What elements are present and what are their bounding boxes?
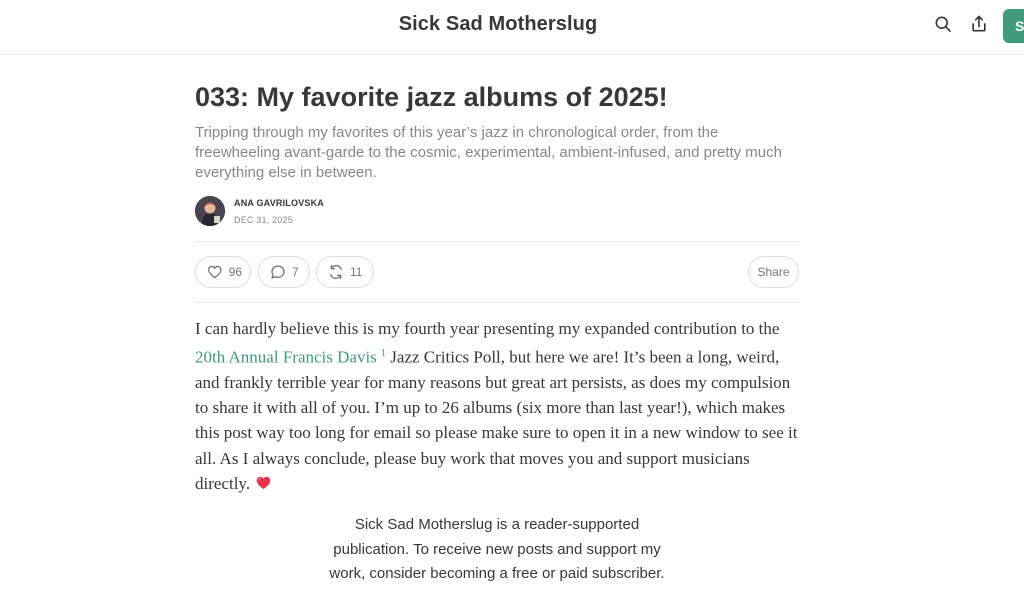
post-subtitle: Tripping through my favorites of this ye… [195,124,782,181]
subscribe-blurb: Sick Sad Motherslug is a reader-supporte… [329,516,665,582]
comment-button[interactable]: 7 [258,256,310,288]
search-icon[interactable] [933,14,955,36]
heart-icon [207,265,222,279]
share-button[interactable]: Share [748,256,799,288]
comment-icon [271,265,285,279]
share-upload-icon[interactable] [969,14,991,36]
site-title[interactable]: Sick Sad Motherslug [0,13,996,36]
post-title: 033: My favorite jazz albums of 2025! [195,82,668,112]
heart-emoji-icon [256,472,271,489]
divider [195,241,799,242]
author-name[interactable]: ANA GAVRILOVSKA [234,198,324,208]
like-button[interactable]: 96 [195,256,251,288]
divider [195,302,799,303]
comment-count: 7 [292,265,299,279]
post-body-paragraph: I can hardly believe this is my fourth y… [195,316,805,496]
author-avatar[interactable] [195,196,225,226]
restack-count: 11 [350,265,363,279]
restack-icon [330,265,342,279]
francis-davis-link[interactable]: 20th Annual Francis Davis [195,348,377,367]
like-count: 96 [228,265,242,279]
body-text-intro: I can hardly believe this is my fourth y… [195,319,780,338]
top-navigation-bar: Sick Sad Motherslug Su [0,0,1024,55]
subscribe-button[interactable]: Su [1003,9,1024,43]
post-date: DEC 31, 2025 [234,215,293,225]
body-text-rest: Jazz Critics Poll, but here we are! It’s… [195,347,798,493]
restack-button[interactable]: 11 [316,256,374,288]
